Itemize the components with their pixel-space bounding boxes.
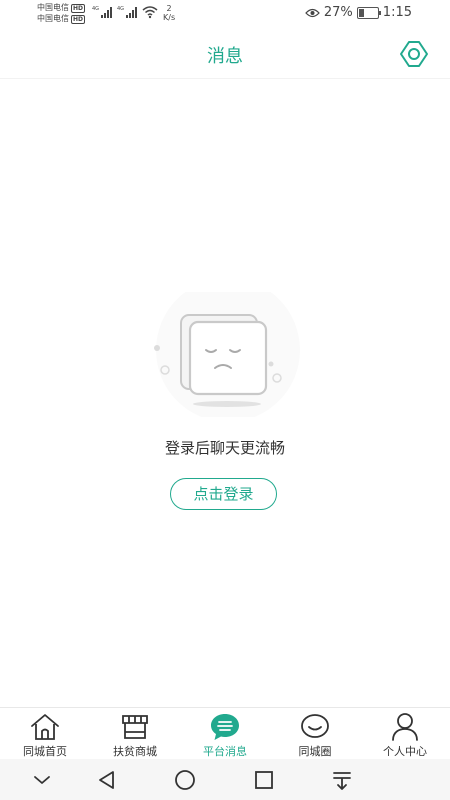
tab-label: 平台消息 [203, 745, 247, 758]
signal-icon: 4G [117, 6, 137, 18]
empty-message: 登录后聊天更流畅 [164, 439, 285, 457]
tab-label: 个人中心 [383, 745, 427, 758]
gear-icon[interactable] [398, 39, 430, 69]
tab-label: 同城圈 [298, 745, 332, 758]
carrier-2: 中国电信 HD [37, 14, 86, 24]
hd-badge: HD [71, 4, 86, 13]
network-label: 4G [92, 6, 99, 12]
sad-face-card-icon [154, 292, 300, 417]
tab-messages[interactable]: 平台消息 [180, 708, 270, 760]
tab-label: 同城首页 [23, 745, 67, 758]
battery-percent: 27% [323, 5, 353, 20]
tab-circle[interactable]: 同城圈 [270, 708, 360, 760]
tab-profile[interactable]: 个人中心 [360, 708, 450, 760]
home-icon [31, 714, 59, 740]
back-icon[interactable] [95, 768, 119, 792]
circle-chat-icon [301, 714, 329, 738]
store-icon [122, 715, 148, 739]
status-bar: 中国电信 HD 中国电信 HD 4G 4G 2 K/s 27% 1:15 [0, 0, 450, 30]
hd-badge: HD [71, 15, 86, 24]
home-circle-icon[interactable] [173, 768, 197, 792]
login-button[interactable]: 点击登录 [170, 478, 277, 510]
network-speed: 2 K/s [163, 4, 176, 22]
recents-icon[interactable] [252, 768, 276, 792]
system-nav-bar [0, 759, 450, 800]
wifi-icon [142, 6, 158, 19]
battery-icon [356, 6, 381, 19]
clock: 1:15 [382, 5, 412, 20]
tab-label: 扶贫商城 [113, 745, 157, 758]
collapse-icon[interactable] [30, 768, 54, 792]
nav-bar: 消息 [0, 30, 450, 79]
pull-down-icon[interactable] [330, 768, 354, 792]
signal-icon: 4G [92, 6, 112, 18]
message-bubble-icon [211, 714, 239, 740]
network-label: 4G [117, 6, 124, 12]
person-icon [392, 713, 418, 741]
tab-bar: 同城首页 扶贫商城 平台消息 同城圈 个人中心 [0, 707, 450, 760]
eye-icon [305, 8, 320, 17]
tab-store[interactable]: 扶贫商城 [90, 708, 180, 760]
carrier-1: 中国电信 HD [37, 3, 86, 13]
tab-home[interactable]: 同城首页 [0, 708, 90, 760]
status-right: 27% 1:15 [301, 5, 412, 20]
page-title: 消息 [207, 46, 243, 67]
